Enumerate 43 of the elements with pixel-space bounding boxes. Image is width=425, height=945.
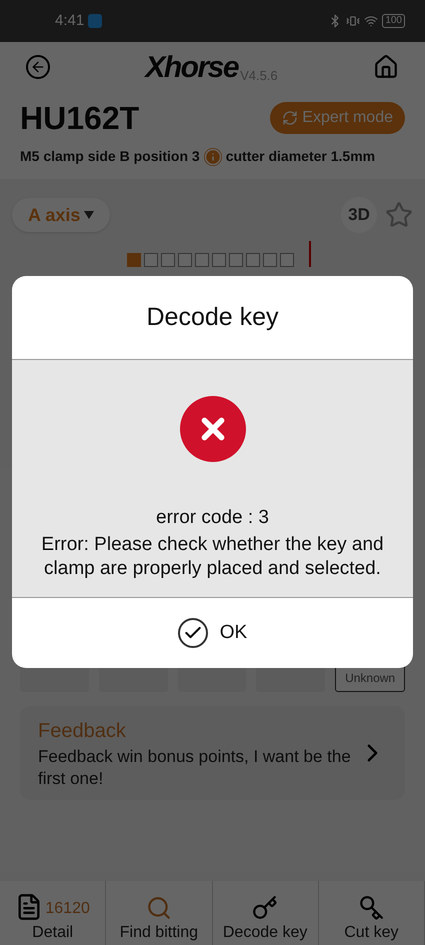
nav-tab[interactable]: Find bitting bbox=[106, 881, 212, 945]
clock-time: 4:41 bbox=[55, 10, 84, 31]
key-icon bbox=[252, 895, 278, 921]
axis-dropdown[interactable]: A axis bbox=[12, 198, 110, 232]
logo: Xhorse bbox=[145, 50, 238, 86]
back-button[interactable] bbox=[26, 55, 50, 79]
cutter-info: cutter diameter 1.5mm bbox=[226, 147, 376, 166]
star-icon[interactable] bbox=[385, 201, 413, 229]
dialog-title: Decode key bbox=[146, 302, 279, 333]
cut-square[interactable] bbox=[144, 253, 158, 267]
battery-level: 100 bbox=[382, 14, 405, 28]
cut-square[interactable] bbox=[263, 253, 277, 267]
wifi-icon bbox=[364, 14, 378, 28]
marker-line bbox=[309, 241, 311, 267]
cut-square[interactable] bbox=[212, 253, 226, 267]
cut-square[interactable] bbox=[195, 253, 209, 267]
vibrate-icon bbox=[346, 14, 360, 28]
cut-square[interactable] bbox=[161, 253, 175, 267]
cut-square[interactable] bbox=[246, 253, 260, 267]
3d-view-button[interactable]: 3D bbox=[341, 197, 377, 233]
nav-tab[interactable]: 16120 Detail bbox=[0, 881, 106, 945]
search-icon bbox=[146, 895, 172, 921]
badge-count: 16120 bbox=[45, 899, 90, 919]
error-message: Error: Please check whether the key and clamp are properly placed and selected. bbox=[40, 532, 385, 580]
cut-square[interactable] bbox=[280, 253, 294, 267]
cut-square[interactable] bbox=[229, 253, 243, 267]
home-icon[interactable] bbox=[373, 54, 399, 80]
key-model: HU162T bbox=[20, 99, 140, 138]
caret-down-icon bbox=[84, 211, 94, 219]
clamp-info: M5 clamp side B position 3 bbox=[20, 147, 200, 166]
nav-tab[interactable]: Cut key bbox=[318, 881, 425, 945]
nav-tab[interactable]: Decode key bbox=[212, 881, 319, 945]
info-icon bbox=[204, 148, 222, 166]
key-icon bbox=[358, 895, 384, 921]
error-code: error code : 3 bbox=[156, 506, 269, 530]
expert-mode-button[interactable]: Expert mode bbox=[270, 102, 405, 134]
feedback-title: Feedback bbox=[38, 719, 127, 744]
feedback-text: Feedback win bonus points, I want be the first one! bbox=[38, 746, 352, 790]
ok-button[interactable]: OK bbox=[12, 597, 413, 668]
feedback-card[interactable]: Feedback Feedback win bonus points, I want be the first one! bbox=[20, 706, 405, 800]
app-icon bbox=[88, 14, 102, 28]
cut-square[interactable] bbox=[178, 253, 192, 267]
refresh-icon bbox=[282, 110, 298, 126]
